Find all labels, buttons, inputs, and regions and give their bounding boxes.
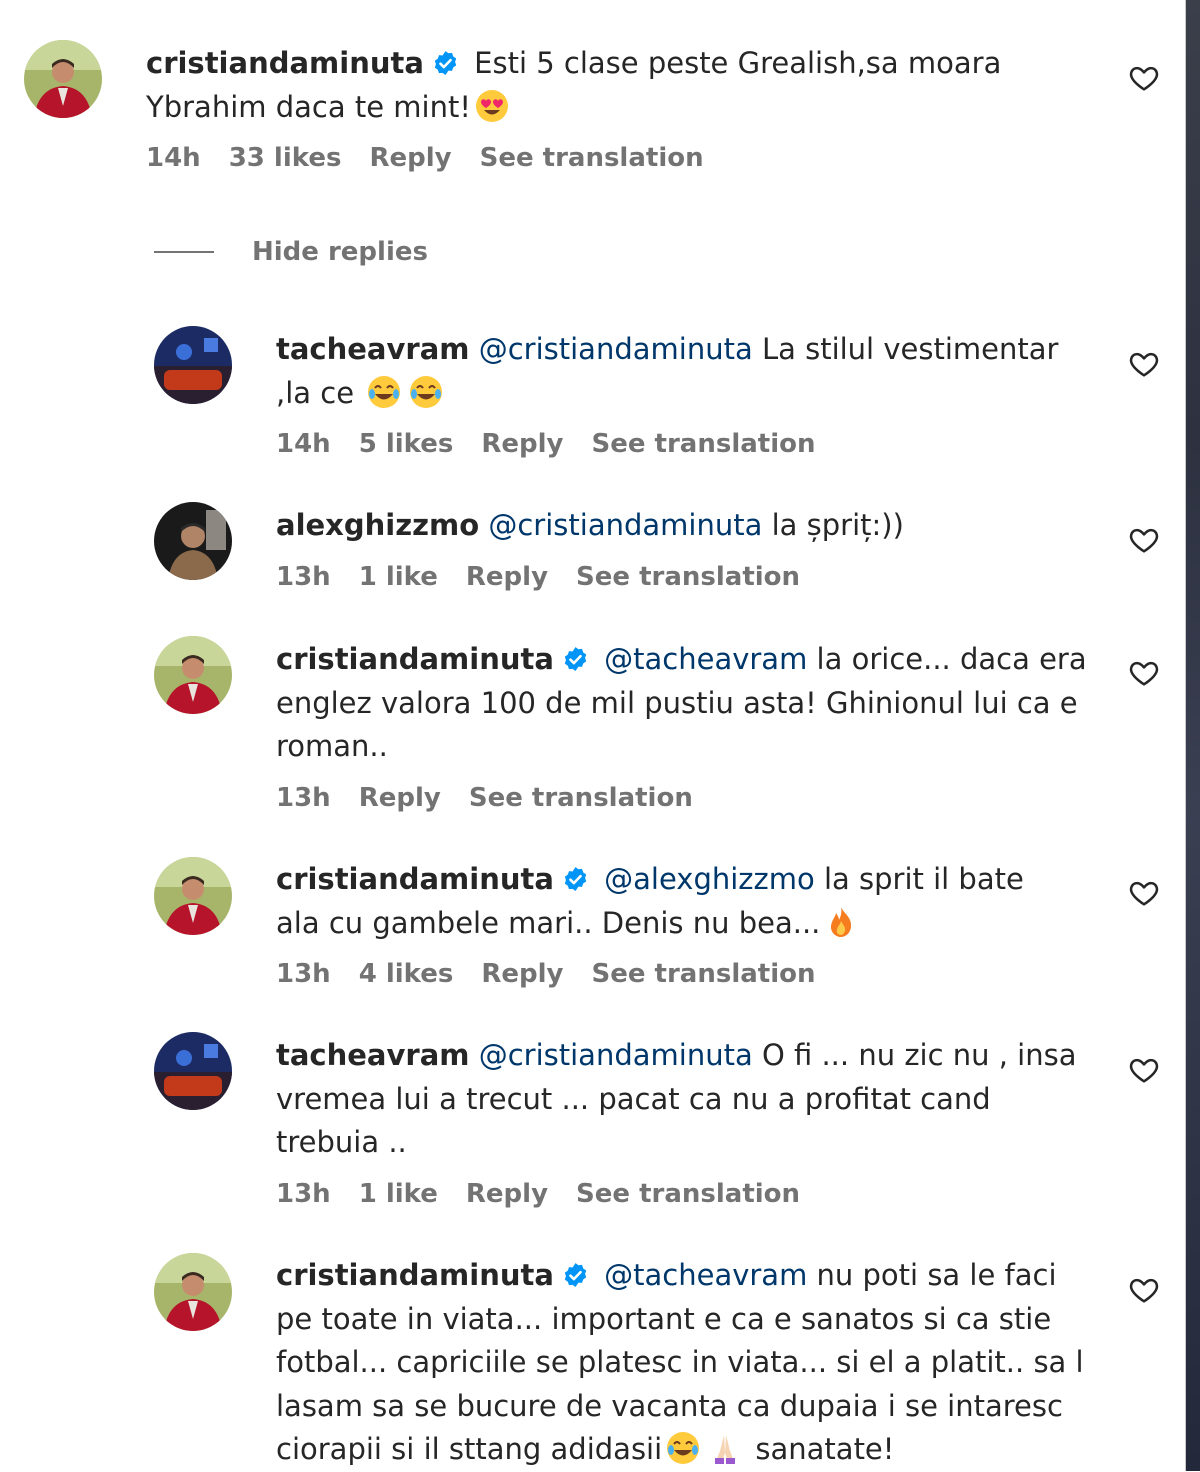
reply-meta: 13h 1 like Reply See translation	[276, 562, 1076, 592]
reply-body: cristiandaminuta @alexghizzmo la sprit i…	[276, 858, 1076, 989]
reply-button[interactable]: Reply	[481, 959, 563, 989]
likes-count[interactable]: 33 likes	[229, 143, 342, 173]
like-heart-icon[interactable]	[1128, 1274, 1160, 1306]
like-heart-icon[interactable]	[1128, 1054, 1160, 1086]
reply-button[interactable]: Reply	[369, 143, 451, 173]
background-edge	[1186, 0, 1200, 1471]
reply-time: 13h	[276, 1178, 331, 1209]
see-translation-button[interactable]: See translation	[480, 143, 704, 173]
like-heart-icon[interactable]	[1128, 62, 1160, 94]
reply-content: la șpriț:))	[771, 508, 904, 542]
mention-link[interactable]: @alexghizzmo	[604, 862, 815, 896]
avatar[interactable]	[154, 326, 232, 404]
reply-meta: 14h 5 likes Reply See translation	[276, 429, 1076, 459]
likes-count[interactable]: 5 likes	[359, 429, 454, 459]
reply-meta: 13h Reply See translation	[276, 783, 1096, 813]
reply-time: 13h	[276, 561, 331, 592]
verified-badge-icon	[432, 50, 459, 77]
hide-replies-toggle[interactable]: Hide replies	[154, 232, 428, 272]
reply-username[interactable]: alexghizzmo	[276, 508, 479, 542]
avatar[interactable]	[24, 40, 102, 118]
see-translation-button[interactable]: See translation	[592, 959, 816, 989]
comment-username[interactable]: cristiandaminuta	[146, 46, 424, 80]
hide-replies-label[interactable]: Hide replies	[252, 237, 428, 267]
heart-eyes-emoji-icon	[475, 89, 509, 123]
reply-meta: 13h 4 likes Reply See translation	[276, 959, 1076, 989]
likes-count[interactable]: 1 like	[359, 1179, 438, 1209]
reply-username[interactable]: tacheavram	[276, 1038, 470, 1072]
reply-meta: 13h 1 like Reply See translation	[276, 1179, 1086, 1209]
avatar[interactable]	[154, 636, 232, 714]
reply-time: 14h	[276, 429, 331, 459]
likes-count[interactable]: 4 likes	[359, 959, 454, 989]
comment-meta: 14h 33 likes Reply See translation	[146, 143, 1106, 173]
reply-text: tacheavram @cristiandaminuta O fi ... nu…	[276, 1034, 1086, 1165]
reply-time: 13h	[276, 782, 331, 813]
reply-username[interactable]: cristiandaminuta	[276, 1258, 554, 1292]
like-heart-icon[interactable]	[1128, 348, 1160, 380]
reply-button[interactable]: Reply	[359, 783, 441, 813]
reply-username[interactable]: cristiandaminuta	[276, 642, 554, 676]
likes-count[interactable]: 1 like	[359, 562, 438, 592]
like-heart-icon[interactable]	[1128, 877, 1160, 909]
mention-link[interactable]: @cristiandaminuta	[479, 1038, 753, 1072]
comment-time: 14h	[146, 143, 201, 173]
mention-link[interactable]: @cristiandaminuta	[479, 332, 753, 366]
avatar[interactable]	[154, 502, 232, 580]
avatar[interactable]	[154, 1253, 232, 1331]
like-heart-icon[interactable]	[1128, 657, 1160, 689]
reply-text: cristiandaminuta @tacheavram la orice...…	[276, 638, 1096, 769]
tears-of-joy-emoji-icon	[367, 375, 401, 409]
praying-hands-emoji-icon	[708, 1431, 742, 1465]
see-translation-button[interactable]: See translation	[469, 783, 693, 813]
fire-emoji-icon	[824, 905, 858, 939]
reply-body: tacheavram @cristiandaminuta O fi ... nu…	[276, 1034, 1086, 1209]
verified-badge-icon	[562, 1262, 589, 1289]
comment-text: cristiandaminuta Esti 5 clase peste Grea…	[146, 42, 1106, 129]
verified-badge-icon	[562, 866, 589, 893]
reply-button[interactable]: Reply	[466, 1179, 548, 1209]
see-translation-button[interactable]: See translation	[576, 562, 800, 592]
mention-link[interactable]: @cristiandaminuta	[488, 508, 762, 542]
reply-username[interactable]: tacheavram	[276, 332, 470, 366]
avatar[interactable]	[154, 857, 232, 935]
reply-body: cristiandaminuta @tacheavram nu poti sa …	[276, 1254, 1096, 1472]
see-translation-button[interactable]: See translation	[576, 1179, 800, 1209]
tears-of-joy-emoji-icon	[666, 1431, 700, 1465]
reply-text: tacheavram @cristiandaminuta La stilul v…	[276, 328, 1076, 415]
tears-of-joy-emoji-icon	[409, 375, 443, 409]
comment-body: cristiandaminuta Esti 5 clase peste Grea…	[146, 42, 1106, 173]
mention-link[interactable]: @tacheavram	[604, 1258, 807, 1292]
reply-text: alexghizzmo @cristiandaminuta la șpriț:)…	[276, 504, 1076, 548]
reply-time: 13h	[276, 959, 331, 989]
reply-button[interactable]: Reply	[481, 429, 563, 459]
verified-badge-icon	[562, 646, 589, 673]
reply-button[interactable]: Reply	[466, 562, 548, 592]
like-heart-icon[interactable]	[1128, 524, 1160, 556]
reply-username[interactable]: cristiandaminuta	[276, 862, 554, 896]
see-translation-button[interactable]: See translation	[592, 429, 816, 459]
avatar[interactable]	[154, 1032, 232, 1110]
replies-divider-line	[154, 251, 214, 253]
reply-body: alexghizzmo @cristiandaminuta la șpriț:)…	[276, 504, 1076, 592]
reply-body: tacheavram @cristiandaminuta La stilul v…	[276, 328, 1076, 459]
reply-closing: sanatate!	[755, 1432, 895, 1466]
reply-body: cristiandaminuta @tacheavram la orice...…	[276, 638, 1096, 813]
reply-text: cristiandaminuta @alexghizzmo la sprit i…	[276, 858, 1076, 945]
mention-link[interactable]: @tacheavram	[604, 642, 807, 676]
reply-text: cristiandaminuta @tacheavram nu poti sa …	[276, 1254, 1096, 1472]
